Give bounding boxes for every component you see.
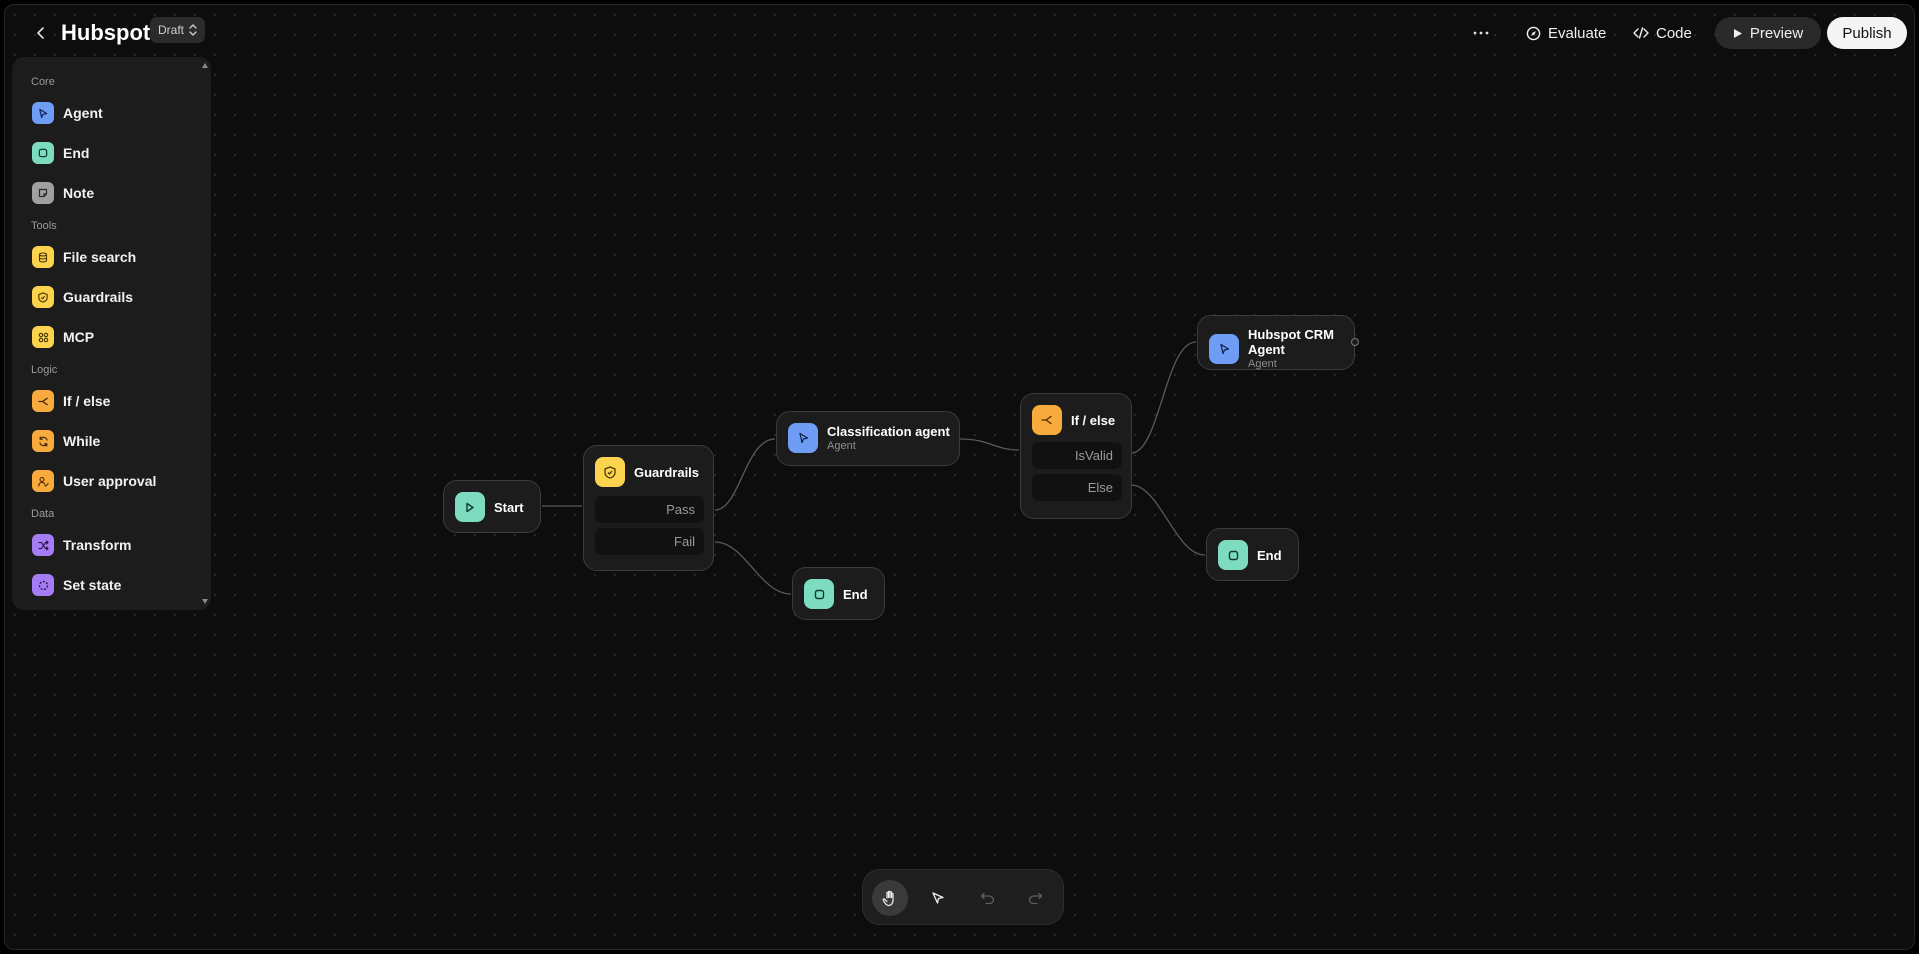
palette-item-set-state[interactable]: Set state <box>26 569 201 601</box>
workflow-edges <box>542 341 1206 595</box>
edge-isvalid-hubspot <box>1130 341 1197 454</box>
pointer-icon <box>932 892 944 904</box>
branch-else: Else <box>1032 474 1122 501</box>
branch-icon <box>32 390 54 412</box>
section-data-label: Data <box>31 508 55 520</box>
guardrails-icon <box>595 457 625 487</box>
branch-fail: Fail <box>595 528 704 555</box>
select-tool-button[interactable] <box>920 880 956 916</box>
user-approval-icon <box>32 470 54 492</box>
end-icon <box>804 579 834 609</box>
node-title: End <box>1257 547 1282 563</box>
hand-tool-button[interactable] <box>872 880 908 916</box>
node-title: Start <box>494 499 524 515</box>
node-guardrails[interactable]: Guardrails Pass Fail <box>583 445 714 571</box>
section-tools-label: Tools <box>31 220 57 232</box>
hand-icon <box>882 890 894 906</box>
loop-icon <box>32 430 54 452</box>
palette-item-label: If / else <box>63 393 111 409</box>
node-palette: Core Agent End Note Tools File search Gu… <box>12 57 211 610</box>
start-icon <box>455 492 485 522</box>
node-classification-agent[interactable]: Classification agent Agent <box>776 411 960 466</box>
node-title: Guardrails <box>634 464 700 480</box>
palette-item-agent[interactable]: Agent <box>26 97 201 129</box>
palette-item-transform[interactable]: Transform <box>26 529 201 561</box>
workflow-builder: Hubspot Draft Evaluate Code Preview Publ… <box>4 4 1915 950</box>
palette-item-label: Set state <box>63 577 122 593</box>
palette-item-user-approval[interactable]: User approval <box>26 465 201 497</box>
palette-item-guardrails[interactable]: Guardrails <box>26 281 201 313</box>
palette-item-end[interactable]: End <box>26 137 201 169</box>
canvas-toolbar <box>862 869 1064 925</box>
scroll-up-arrow[interactable] <box>202 63 208 68</box>
undo-icon <box>980 892 994 904</box>
agent-icon <box>788 423 818 453</box>
agent-icon <box>32 102 54 124</box>
palette-item-while[interactable]: While <box>26 425 201 457</box>
node-end-else[interactable]: End <box>1206 528 1299 581</box>
agent-icon <box>1209 334 1239 364</box>
palette-item-mcp[interactable]: MCP <box>26 321 201 353</box>
section-core-label: Core <box>31 76 55 88</box>
palette-item-file-search[interactable]: File search <box>26 241 201 273</box>
end-icon <box>32 142 54 164</box>
palette-item-label: MCP <box>63 329 95 345</box>
palette-item-label: User approval <box>63 473 157 489</box>
node-subtitle: Agent <box>827 439 856 452</box>
branch-isvalid: IsValid <box>1032 442 1122 469</box>
mcp-icon <box>32 326 54 348</box>
palette-item-note[interactable]: Note <box>26 177 201 209</box>
node-title: Hubspot CRM Agent <box>1248 327 1334 357</box>
node-title: If / else <box>1071 412 1116 428</box>
palette-item-label: Agent <box>63 105 103 121</box>
node-title: End <box>843 586 868 602</box>
palette-item-label: While <box>63 433 101 449</box>
redo-button[interactable] <box>1017 880 1053 916</box>
transform-icon <box>32 534 54 556</box>
palette-item-label: Note <box>63 185 95 201</box>
edge-pass-classification <box>714 438 776 511</box>
node-hubspot-crm-agent[interactable]: Hubspot CRM Agent Agent <box>1197 315 1359 370</box>
edge-fail-end <box>714 541 792 595</box>
redo-icon <box>1028 892 1042 904</box>
file-search-icon <box>32 246 54 268</box>
edge-classification-ifelse <box>959 438 1020 451</box>
section-logic-label: Logic <box>31 364 58 376</box>
output-port[interactable] <box>1351 338 1359 346</box>
end-icon <box>1218 540 1248 570</box>
palette-item-label: Transform <box>63 537 132 553</box>
edge-else-end <box>1130 484 1206 556</box>
note-icon <box>32 182 54 204</box>
palette-item-if-else[interactable]: If / else <box>26 385 201 417</box>
palette-item-label: File search <box>63 249 137 265</box>
node-subtitle: Agent <box>1248 358 1277 370</box>
node-end-guardrails[interactable]: End <box>792 567 885 620</box>
branch-icon <box>1032 405 1062 435</box>
undo-button[interactable] <box>969 880 1005 916</box>
palette-item-label: Guardrails <box>63 289 134 305</box>
branch-pass: Pass <box>595 496 704 523</box>
set-state-icon <box>32 574 54 596</box>
node-start[interactable]: Start <box>443 480 541 533</box>
node-if-else[interactable]: If / else IsValid Else <box>1020 393 1132 519</box>
palette-item-label: End <box>63 145 90 161</box>
node-title: Classification agent <box>827 423 950 439</box>
scroll-down-arrow[interactable] <box>202 599 208 604</box>
guardrails-icon <box>32 286 54 308</box>
